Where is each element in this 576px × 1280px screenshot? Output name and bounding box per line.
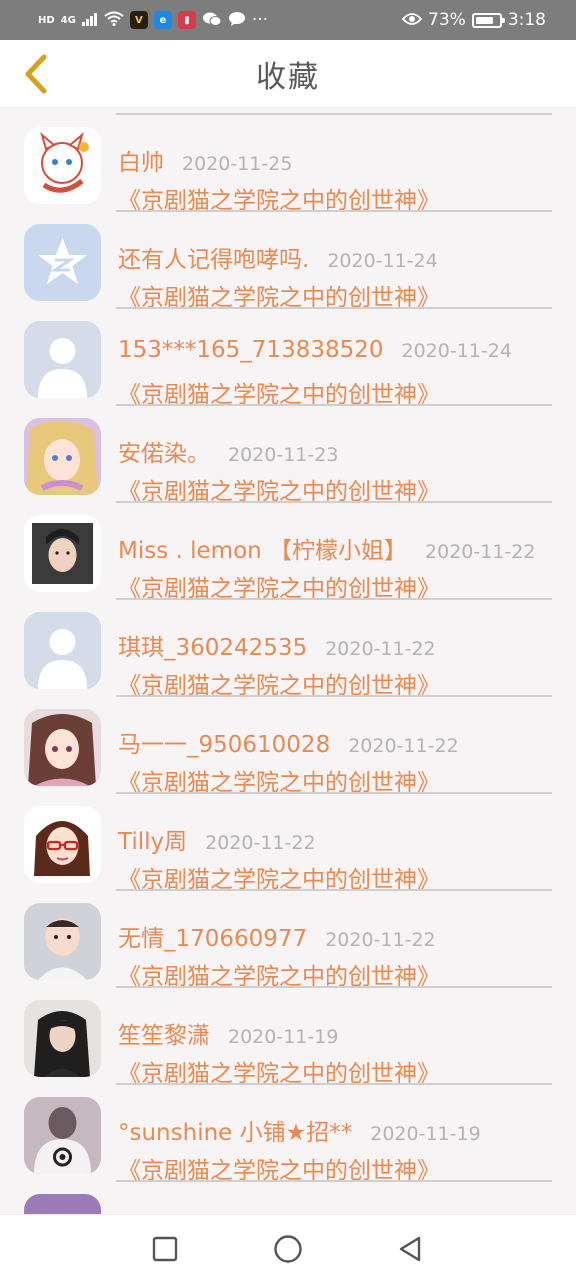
user-name[interactable]: 笙笙黎潇 [118,1016,210,1050]
user-name[interactable]: 琪琪_360242535 [118,628,307,662]
square-icon [152,1236,178,1262]
wechat-icon [202,11,222,30]
favorite-date: 2020-11-22 [325,638,436,660]
user-avatar[interactable] [24,1000,101,1077]
favorite-date: 2020-11-19 [370,1123,481,1145]
back-button[interactable] [14,52,58,96]
favorite-item[interactable]: 琪琪_360242535 2020-11-22 《京剧猫之学院之中的创世神》 [0,600,576,699]
user-name[interactable]: 无情_170660977 [118,919,307,953]
user-avatar[interactable] [24,806,101,883]
favorite-date: 2020-11-22 [425,541,536,563]
user-name[interactable]: 153***165_713838520 [118,337,384,363]
list-item-partial-top[interactable] [0,108,576,115]
item-header: Miss . lemon 【柠檬小姐】 2020-11-22 [118,531,556,565]
app-notification-icon: V [129,11,148,29]
favorite-date: 2020-11-19 [228,1026,339,1048]
item-header: 安偌染。 2020-11-23 [118,434,556,468]
user-avatar[interactable] [24,612,101,689]
favorite-date: 2020-11-22 [348,735,459,757]
favorite-date: 2020-11-22 [325,929,436,951]
user-avatar[interactable] [24,321,101,398]
item-header: Tilly周 2020-11-22 [118,822,556,856]
user-name[interactable]: 还有人记得咆哮吗. [118,240,309,274]
favorite-item[interactable]: 白帅 2020-11-25 《京剧猫之学院之中的创世神》 [0,115,576,214]
user-avatar[interactable] [24,127,101,204]
wifi-icon [104,11,124,29]
page-title: 收藏 [256,59,320,95]
user-avatar[interactable] [24,224,101,301]
list-item-partial-bottom[interactable] [0,1182,576,1214]
favorite-item[interactable]: 无情_170660977 2020-11-22 《京剧猫之学院之中的创世神》 [0,891,576,990]
recent-apps-button[interactable] [145,1229,185,1269]
clock: 3:18 [507,10,546,30]
item-header: 笙笙黎潇 2020-11-19 [118,1016,556,1050]
favorites-list[interactable]: 白帅 2020-11-25 《京剧猫之学院之中的创世神》 还有人记得咆哮吗. 2… [0,108,576,1214]
home-button[interactable] [268,1229,308,1269]
app-header: 收藏 [0,40,576,108]
user-name[interactable]: Miss . lemon 【柠檬小姐】 [118,531,407,565]
favorite-date: 2020-11-22 [205,832,316,854]
item-header: 153***165_713838520 2020-11-24 [118,337,556,363]
browser-notification-icon: e [153,11,172,29]
triangle-back-icon [399,1236,421,1262]
item-header: °sunshine 小铺★招** 2020-11-19 [118,1113,556,1147]
item-header: 琪琪_360242535 2020-11-22 [118,628,556,662]
battery-percent: 73% [428,10,466,30]
favorite-item[interactable]: 还有人记得咆哮吗. 2020-11-24 《京剧猫之学院之中的创世神》 [0,212,576,311]
favorite-item[interactable]: 安偌染。 2020-11-23 《京剧猫之学院之中的创世神》 [0,406,576,505]
network-indicator: 4G [60,14,76,26]
user-avatar[interactable] [24,515,101,592]
favorite-item[interactable]: 笙笙黎潇 2020-11-19 《京剧猫之学院之中的创世神》 [0,988,576,1087]
eye-comfort-icon [401,12,423,29]
hd-indicator: HD [38,14,55,26]
battery-icon [471,12,505,28]
item-header: 白帅 2020-11-25 [118,143,556,177]
favorite-date: 2020-11-23 [228,444,339,466]
item-header: 马一一_950610028 2020-11-22 [118,725,556,759]
favorite-item[interactable]: Tilly周 2020-11-22 《京剧猫之学院之中的创世神》 [0,794,576,893]
item-header: 无情_170660977 2020-11-22 [118,919,556,953]
user-name[interactable]: °sunshine 小铺★招** [118,1113,352,1147]
reader-notification-icon: ▮ [177,11,196,29]
message-bubble-icon [228,11,246,30]
user-name[interactable]: 白帅 [118,143,164,177]
avatar [24,1194,101,1214]
user-avatar[interactable] [24,418,101,495]
status-bar: HD 4G V e ▮ ··· 73% 3:18 [0,0,576,40]
back-nav-button[interactable] [390,1229,430,1269]
favorite-item[interactable]: °sunshine 小铺★招** 2020-11-19 《京剧猫之学院之中的创世… [0,1085,576,1184]
favorite-date: 2020-11-25 [182,153,293,175]
favorite-item[interactable]: 153***165_713838520 2020-11-24 《京剧猫之学院之中… [0,309,576,408]
favorite-item[interactable]: 马一一_950610028 2020-11-22 《京剧猫之学院之中的创世神》 [0,697,576,796]
status-left: HD 4G V e ▮ ··· [38,10,268,30]
user-name[interactable]: 马一一_950610028 [118,725,330,759]
user-avatar[interactable] [24,709,101,786]
favorite-item[interactable]: Miss . lemon 【柠檬小姐】 2020-11-22 《京剧猫之学院之中… [0,503,576,602]
signal-icon [81,12,98,29]
system-nav-bar [0,1214,576,1280]
more-notifications: ··· [251,10,269,30]
user-name[interactable]: Tilly周 [118,822,187,856]
chevron-left-icon [25,54,47,94]
user-name[interactable]: 安偌染。 [118,434,210,468]
favorite-date: 2020-11-24 [401,340,512,362]
circle-icon [274,1235,302,1263]
favorite-date: 2020-11-24 [327,250,438,272]
status-right: 73% 3:18 [401,10,546,30]
item-header: 还有人记得咆哮吗. 2020-11-24 [118,240,556,274]
user-avatar[interactable] [24,903,101,980]
user-avatar[interactable] [24,1097,101,1174]
